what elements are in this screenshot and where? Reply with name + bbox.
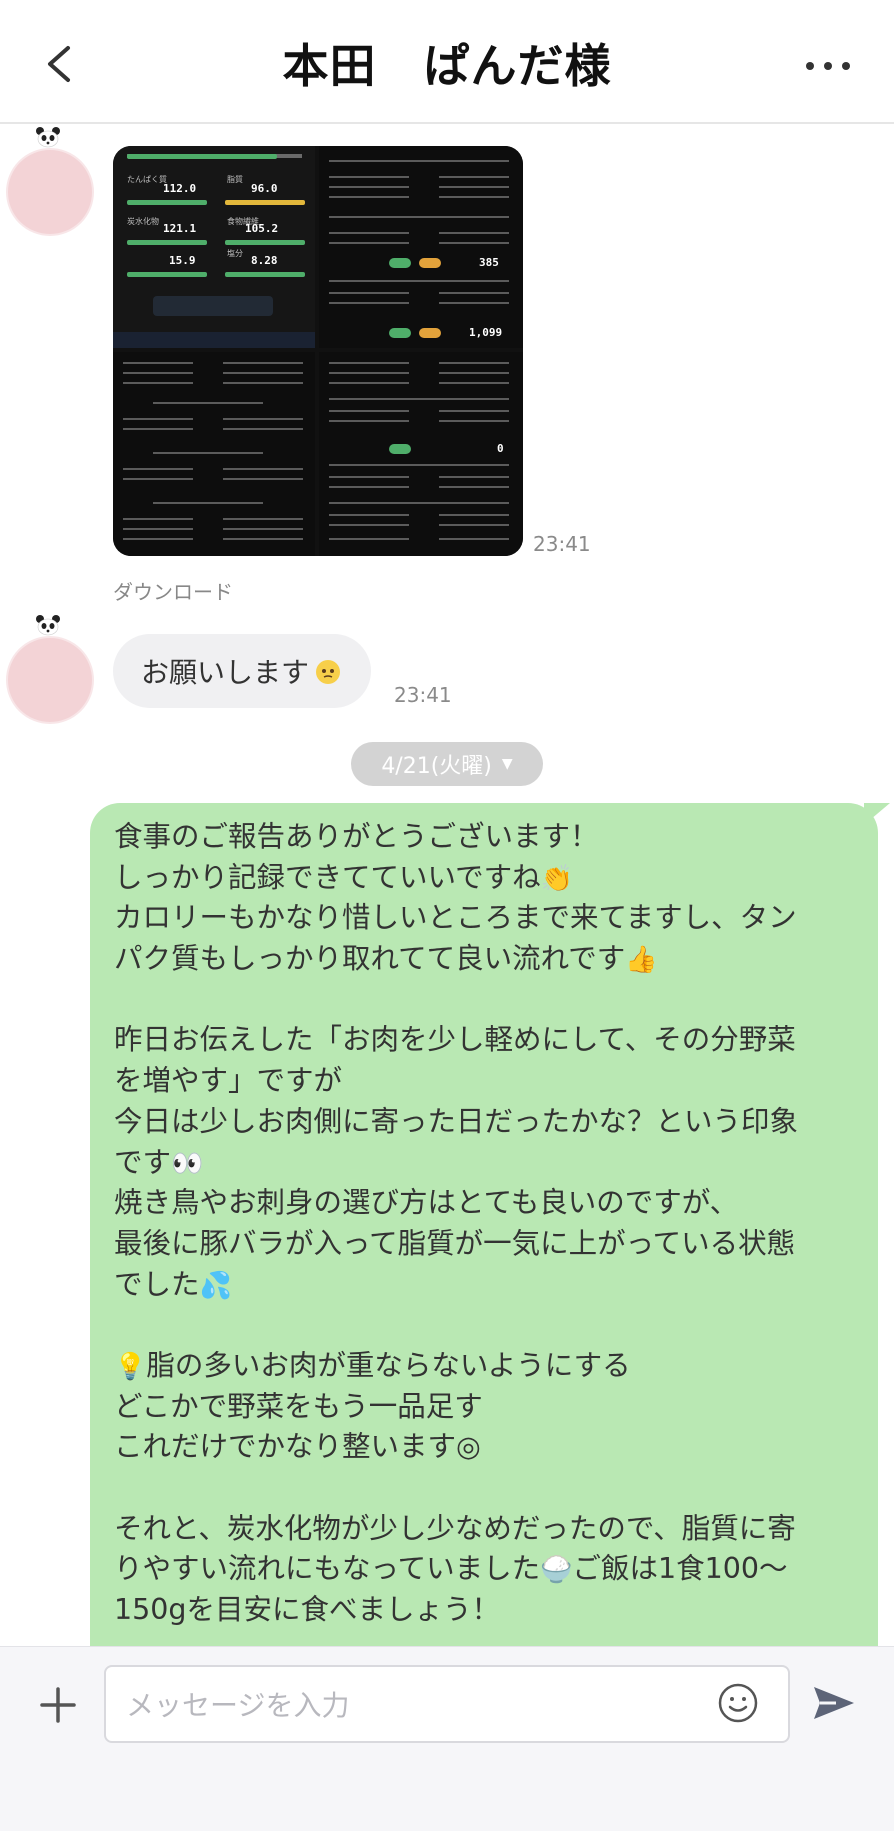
- eyes-icon: 👀: [171, 1148, 204, 1179]
- message-line: [114, 1468, 854, 1509]
- rice-bowl-icon: 🍚: [540, 1555, 573, 1586]
- avatar[interactable]: [6, 148, 94, 236]
- sweat-droplets-icon: 💦: [199, 1270, 232, 1301]
- message-line: カロリーもかなり惜しいところまで来てますし、タン: [114, 901, 797, 935]
- message-input-bar: [0, 1646, 894, 1831]
- pleading-face-icon: [316, 660, 341, 684]
- thumbs-up-icon: 👍: [625, 945, 658, 976]
- panda-icon: [36, 127, 60, 148]
- light-bulb-icon: 💡: [114, 1351, 147, 1382]
- message-line: しっかり記録できてていいですね👏: [114, 858, 854, 899]
- message-line: でした💦: [114, 1265, 854, 1306]
- message-line: [114, 1305, 854, 1346]
- date-label: 4/21(火曜): [381, 754, 492, 779]
- chat-title: 本田 ぱんだ様: [282, 39, 612, 93]
- message-line: を増やす」ですが: [114, 1064, 343, 1098]
- screenshot-meal-list: 385 1,099: [319, 146, 523, 348]
- message-line: 焼き鳥やお刺身の選び方はとても良いのですが、: [114, 1186, 739, 1220]
- message-line: [114, 980, 854, 1021]
- screenshot-meal-detail-2: 0: [319, 352, 523, 556]
- sender-avatar[interactable]: [0, 126, 100, 236]
- message-line: 食事のご報告ありがとうございます！: [114, 820, 599, 853]
- emoji-icon[interactable]: [716, 1681, 760, 1725]
- message-line: どこかで野菜をもう一品足す: [114, 1389, 483, 1423]
- sender-avatar[interactable]: [0, 614, 100, 724]
- ellipsis-icon[interactable]: [798, 46, 858, 86]
- message-line: です👀: [114, 1143, 854, 1184]
- caret-down-icon: ▼: [501, 756, 513, 772]
- message-line: 最後に豚バラが入って脂質が一気に上がっている状態: [114, 1226, 796, 1260]
- message-line: これだけでかなり整います◎: [114, 1430, 481, 1464]
- send-icon[interactable]: [812, 1683, 856, 1723]
- message-input[interactable]: [104, 1665, 790, 1743]
- message-time: 23:41: [533, 532, 591, 556]
- sent-message-bubble[interactable]: 食事のご報告ありがとうございます！ しっかり記録できてていいですね👏 カロリーも…: [90, 803, 878, 1653]
- chat-header: 本田 ぱんだ様: [0, 0, 894, 124]
- panda-icon: [36, 615, 60, 636]
- date-separator[interactable]: 4/21(火曜) ▼: [351, 742, 543, 786]
- message-line: りやすい流れにもなっていました🍚ご飯は1食100〜: [114, 1549, 854, 1590]
- received-message-bubble[interactable]: お願いします: [113, 634, 372, 708]
- download-link[interactable]: ダウンロード: [113, 576, 233, 605]
- message-text: お願いします: [141, 656, 310, 689]
- screenshot-meal-detail: [113, 352, 315, 556]
- message-line: 昨日お伝えした「お肉を少し軽めにして、その分野菜: [114, 1023, 796, 1057]
- message-line: 今日は少しお肉側に寄った日だったかな？という印象: [114, 1104, 799, 1138]
- message-text-field[interactable]: [124, 1681, 708, 1729]
- avatar[interactable]: [6, 636, 94, 724]
- message-line: パク質もしっかり取れてて良い流れです👍: [114, 939, 854, 980]
- message-line: 150gを目安に食べましょう！: [114, 1593, 500, 1627]
- clapping-hands-icon: 👏: [540, 863, 574, 894]
- screenshot-summary: たんぱく質 112.0 脂質 96.0 炭水化物 121.1 食物繊維 105.…: [113, 146, 315, 348]
- image-message[interactable]: たんぱく質 112.0 脂質 96.0 炭水化物 121.1 食物繊維 105.…: [113, 146, 523, 556]
- message-line: それと、炭水化物が少し少なめだったので、脂質に寄: [114, 1511, 796, 1545]
- message-line: 💡脂の多いお肉が重ならないようにする: [114, 1346, 854, 1387]
- message-time: 23:41: [394, 683, 452, 707]
- plus-icon[interactable]: [38, 1685, 78, 1725]
